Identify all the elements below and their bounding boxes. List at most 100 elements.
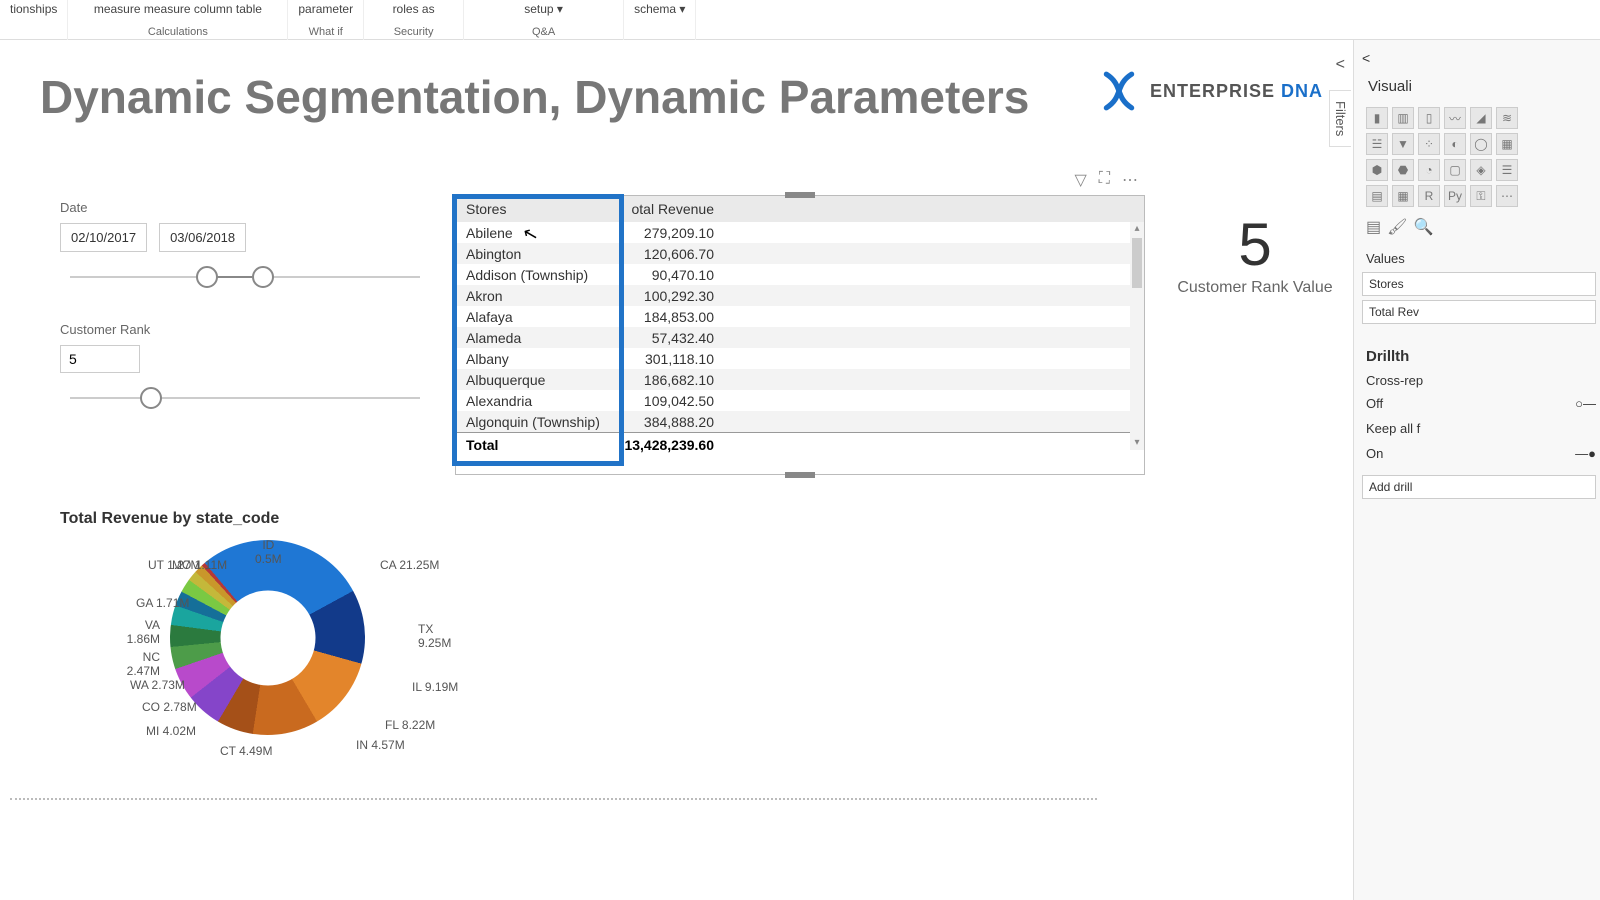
field-well-stores[interactable]: Stores (1362, 272, 1596, 296)
table-row[interactable]: Abilene279,209.10 (456, 222, 1144, 243)
viz-column-icon[interactable]: ▯ (1418, 107, 1440, 129)
table-total-value: 13,428,239.60 (616, 437, 1144, 453)
add-drill-well[interactable]: Add drill (1362, 475, 1596, 499)
viz-map-icon[interactable]: ⬢ (1366, 159, 1388, 181)
fields-tab-icon[interactable]: ▤ (1366, 217, 1381, 237)
viz-area-icon[interactable]: ◢ (1470, 107, 1492, 129)
donut-label: GA 1.71M (136, 596, 189, 610)
filter-icon[interactable]: ▽ (1074, 170, 1086, 190)
viz-funnel-icon[interactable]: ▼ (1392, 133, 1414, 155)
donut-label: FL 8.22M (385, 718, 435, 732)
viz-ribbon-icon[interactable]: ≋ (1496, 107, 1518, 129)
table-row[interactable]: Algonquin (Township)384,888.20 (456, 411, 1144, 432)
filters-tab[interactable]: Filters (1329, 90, 1351, 147)
donut-label: IN 4.57M (356, 738, 405, 752)
table-header-revenue[interactable]: otal Revenue (616, 201, 1144, 217)
table-total-label: Total (456, 437, 616, 453)
ribbon-calculations[interactable]: measure measure column tableCalculations (68, 0, 288, 40)
table-visual[interactable]: ▽ ⛶ ⋯ Stores otal Revenue Abilene279,209… (455, 195, 1145, 475)
date-slicer-label: Date (60, 200, 430, 215)
toggle-on-icon[interactable]: —● (1575, 446, 1596, 461)
keep-filters-toggle-label: On (1366, 446, 1383, 461)
ribbon-whatif[interactable]: parameterWhat if (288, 0, 364, 40)
viz-table-icon[interactable]: ▤ (1366, 185, 1388, 207)
cross-report-label: Cross-rep (1362, 369, 1600, 392)
table-row[interactable]: Albany301,118.10 (456, 348, 1144, 369)
donut-label: ID0.5M (255, 538, 282, 566)
date-from-input[interactable]: 02/10/2017 (60, 223, 147, 252)
viz-line-icon[interactable]: 〰 (1444, 107, 1466, 129)
table-row[interactable]: Addison (Township)90,470.10 (456, 264, 1144, 285)
cross-report-toggle-label: Off (1366, 396, 1383, 411)
scroll-up-icon[interactable]: ▴ (1130, 222, 1144, 236)
table-row[interactable]: Albuquerque186,682.10 (456, 369, 1144, 390)
table-header-stores[interactable]: Stores (456, 201, 616, 217)
card-visual[interactable]: 5 Customer Rank Value (1160, 210, 1350, 297)
viz-waterfall-icon[interactable]: ☱ (1366, 133, 1388, 155)
rank-input[interactable]: 5 (60, 345, 140, 373)
donut-label: VA1.86M (127, 618, 160, 646)
table-row[interactable]: Alafaya184,853.00 (456, 306, 1144, 327)
rank-slider[interactable] (70, 383, 420, 413)
resize-handle-bottom[interactable] (785, 472, 815, 478)
scroll-thumb[interactable] (1132, 238, 1142, 288)
ribbon-qa[interactable]: setup ▾Q&A (464, 0, 624, 40)
drillthrough-title: Drillth (1362, 340, 1600, 369)
scroll-down-icon[interactable]: ▾ (1130, 436, 1144, 450)
viz-donut-icon[interactable]: ◯ (1470, 133, 1492, 155)
viz-stacked-icon[interactable]: ▥ (1392, 107, 1414, 129)
dna-icon (1098, 70, 1140, 112)
table-row[interactable]: Alexandria109,042.50 (456, 390, 1144, 411)
viz-tree-icon[interactable]: ▦ (1496, 133, 1518, 155)
table-row[interactable]: Abington120,606.70 (456, 243, 1144, 264)
viz-slicer-icon[interactable]: ☰ (1496, 159, 1518, 181)
viz-matrix-icon[interactable]: ▦ (1392, 185, 1414, 207)
viz-gauge-icon[interactable]: ◔ (1418, 159, 1440, 181)
date-slider-thumb-to[interactable] (252, 266, 274, 288)
viz-type-grid: ▮ ▥ ▯ 〰 ◢ ≋ ☱ ▼ ⁘ ◐ ◯ ▦ ⬢ ⬣ ◔ ▢ ◈ ☰ ▤ ▦ … (1362, 103, 1600, 211)
more-options-icon[interactable]: ⋯ (1122, 170, 1138, 190)
viz-bar-icon[interactable]: ▮ (1366, 107, 1388, 129)
donut-visual[interactable]: Total Revenue by state_code CA 21.25MTX9… (60, 510, 510, 770)
rank-slider-thumb[interactable] (140, 387, 162, 409)
donut-title: Total Revenue by state_code (60, 510, 510, 528)
table-row[interactable]: Akron100,292.30 (456, 285, 1144, 306)
toggle-off-icon[interactable]: ○— (1575, 396, 1596, 411)
viz-scatter-icon[interactable]: ⁘ (1418, 133, 1440, 155)
ribbon-security[interactable]: roles asSecurity (364, 0, 464, 40)
viz-pie-icon[interactable]: ◐ (1444, 133, 1466, 155)
viz-kpi-icon[interactable]: ◈ (1470, 159, 1492, 181)
report-canvas: Dynamic Segmentation, Dynamic Parameters… (0, 40, 1353, 900)
logo-brand: ENTERPRISE (1150, 81, 1275, 101)
viz-py-icon[interactable]: Py (1444, 185, 1466, 207)
viz-panel-title: Visuali (1362, 70, 1600, 103)
table-scrollbar[interactable]: ▴ ▾ (1130, 222, 1144, 450)
viz-filled-map-icon[interactable]: ⬣ (1392, 159, 1414, 181)
viz-r-icon[interactable]: R (1418, 185, 1440, 207)
table-row[interactable]: Alameda57,432.40 (456, 327, 1144, 348)
collapse-panel-icon[interactable]: < (1336, 56, 1345, 74)
visualizations-panel: < Visuali ▮ ▥ ▯ 〰 ◢ ≋ ☱ ▼ ⁘ ◐ ◯ ▦ ⬢ ⬣ ◔ … (1353, 40, 1600, 900)
viz-more-icon[interactable]: ⋯ (1496, 185, 1518, 207)
date-slider[interactable] (70, 262, 420, 292)
date-slider-thumb-from[interactable] (196, 266, 218, 288)
ribbon-relationships[interactable]: tionships (0, 0, 68, 40)
keep-filters-label: Keep all f (1362, 415, 1600, 442)
donut-label: MI 4.02M (146, 724, 196, 738)
field-well-revenue[interactable]: Total Rev (1362, 300, 1596, 324)
analytics-tab-icon[interactable]: 🔍 (1413, 217, 1433, 237)
card-value: 5 (1160, 210, 1350, 279)
donut-label: CA 21.25M (380, 558, 439, 572)
viz-key-icon[interactable]: ⚿ (1470, 185, 1492, 207)
ribbon-schema[interactable]: schema ▾ (624, 0, 696, 40)
resize-handle-top[interactable] (785, 192, 815, 198)
viz-card-icon[interactable]: ▢ (1444, 159, 1466, 181)
format-tab-icon[interactable]: 🖌 (1387, 217, 1407, 237)
donut-label: IL 9.19M (412, 680, 458, 694)
values-section-label: Values (1362, 243, 1600, 270)
card-label: Customer Rank Value (1160, 279, 1350, 297)
date-to-input[interactable]: 03/06/2018 (159, 223, 246, 252)
slicer-panel: Date 02/10/2017 03/06/2018 Customer Rank… (60, 200, 430, 443)
focus-mode-icon[interactable]: ⛶ (1099, 170, 1110, 190)
brand-logo: ENTERPRISE DNA (1098, 70, 1323, 112)
